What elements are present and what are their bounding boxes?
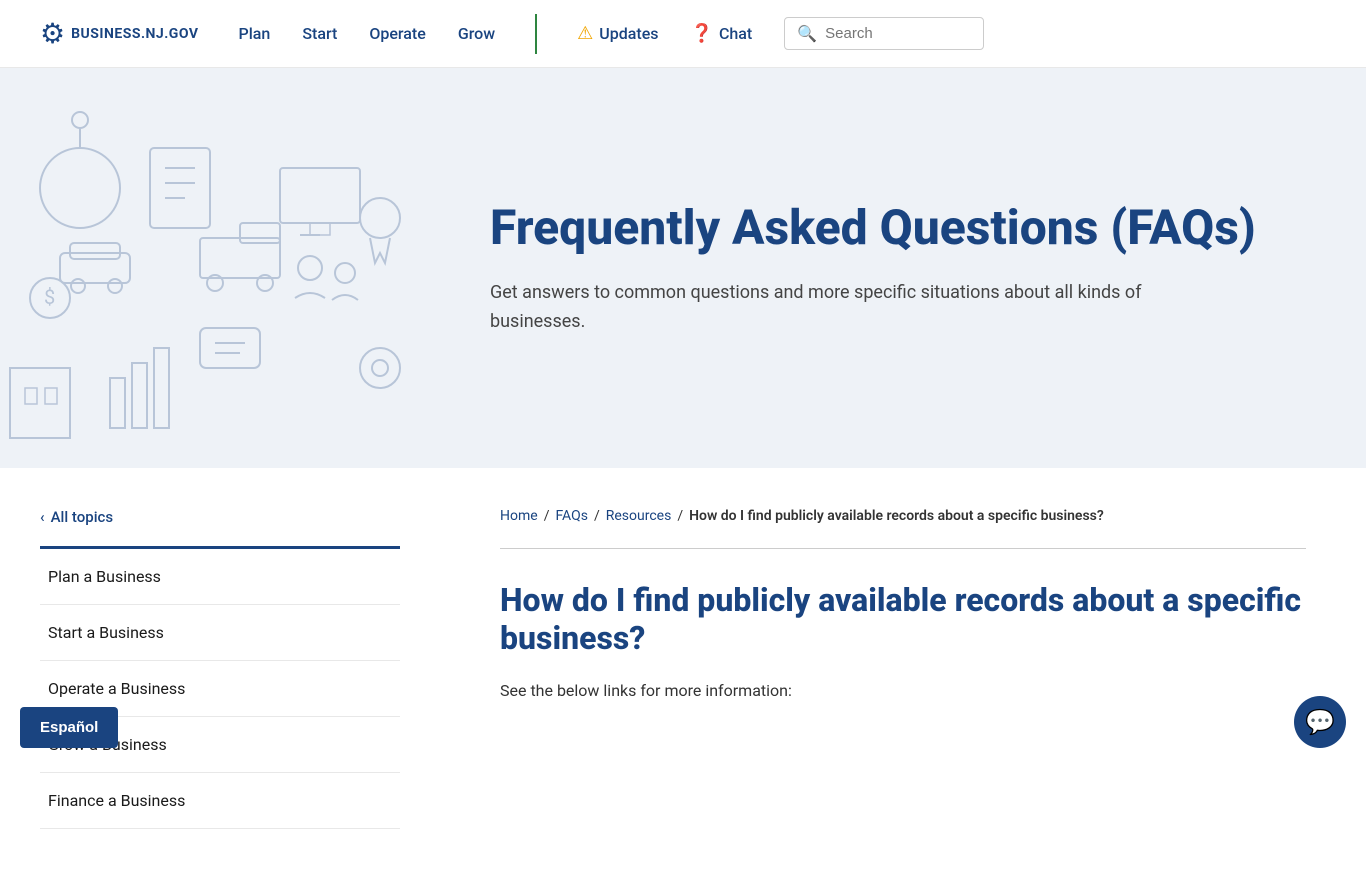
article-title: How do I find publicly available records… (500, 581, 1306, 658)
nav-grow[interactable]: Grow (458, 24, 495, 43)
hero-description: Get answers to common questions and more… (490, 279, 1190, 337)
nav-start[interactable]: Start (302, 24, 337, 43)
hero-content: Frequently Asked Questions (FAQs) Get an… (450, 68, 1366, 468)
sidebar: ‹ All topics Plan a Business Start a Bus… (0, 468, 440, 869)
back-link[interactable]: ‹ All topics (40, 508, 400, 526)
espanol-button[interactable]: Español (20, 707, 118, 748)
nav-plan[interactable]: Plan (239, 24, 271, 43)
list-item: Start a Business (40, 605, 400, 661)
sidebar-nav: Plan a Business Start a Business Operate… (40, 549, 400, 829)
site-logo[interactable]: ⚙ BUSINESS.NJ.GOV (40, 17, 199, 50)
breadcrumb-resources[interactable]: Resources (606, 508, 672, 524)
search-icon: 🔍 (797, 24, 817, 43)
chat-bubble-icon: 💬 (1305, 708, 1335, 736)
site-header: ⚙ BUSINESS.NJ.GOV Plan Start Operate Gro… (0, 0, 1366, 68)
nav-chat[interactable]: ❓ Chat (691, 23, 753, 44)
breadcrumb-home[interactable]: Home (500, 508, 538, 524)
nav-divider (535, 14, 537, 54)
list-item: Finance a Business (40, 773, 400, 829)
logo-text: BUSINESS.NJ.GOV (71, 26, 198, 42)
article-body: See the below links for more information… (500, 678, 1306, 704)
hero-section: $ (0, 68, 1366, 468)
chat-label: Chat (719, 24, 752, 43)
list-item: Plan a Business (40, 549, 400, 605)
updates-label: Updates (599, 24, 658, 43)
breadcrumb-sep-3: / (677, 508, 683, 524)
content-area: ‹ All topics Plan a Business Start a Bus… (0, 468, 1366, 869)
svg-text:$: $ (44, 285, 55, 309)
main-article: Home / FAQs / Resources / How do I find … (440, 468, 1366, 869)
main-nav: Plan Start Operate Grow ⚠ Updates ❓ Chat… (239, 14, 1327, 54)
sidebar-item-plan-a-business[interactable]: Plan a Business (40, 549, 400, 604)
breadcrumb-sep-1: / (544, 508, 550, 524)
sidebar-item-finance-a-business[interactable]: Finance a Business (40, 773, 400, 828)
alert-triangle-icon: ⚠ (577, 23, 593, 44)
chevron-left-icon: ‹ (40, 508, 45, 526)
search-box[interactable]: 🔍 (784, 17, 984, 50)
nav-updates[interactable]: ⚠ Updates (577, 23, 658, 44)
nav-operate[interactable]: Operate (369, 24, 425, 43)
chat-bubble-button[interactable]: 💬 (1294, 696, 1346, 748)
sidebar-item-start-a-business[interactable]: Start a Business (40, 605, 400, 660)
article-divider (500, 548, 1306, 549)
hero-illustration: $ (0, 68, 450, 468)
question-circle-icon: ❓ (691, 23, 713, 44)
breadcrumb-current: How do I find publicly available records… (689, 508, 1104, 524)
hero-title: Frequently Asked Questions (FAQs) (490, 200, 1306, 255)
breadcrumb-sep-2: / (594, 508, 600, 524)
logo-icon: ⚙ (40, 17, 65, 50)
breadcrumb: Home / FAQs / Resources / How do I find … (500, 508, 1306, 524)
search-input[interactable] (825, 25, 971, 42)
breadcrumb-faqs[interactable]: FAQs (555, 508, 588, 524)
back-label: All topics (51, 508, 113, 526)
